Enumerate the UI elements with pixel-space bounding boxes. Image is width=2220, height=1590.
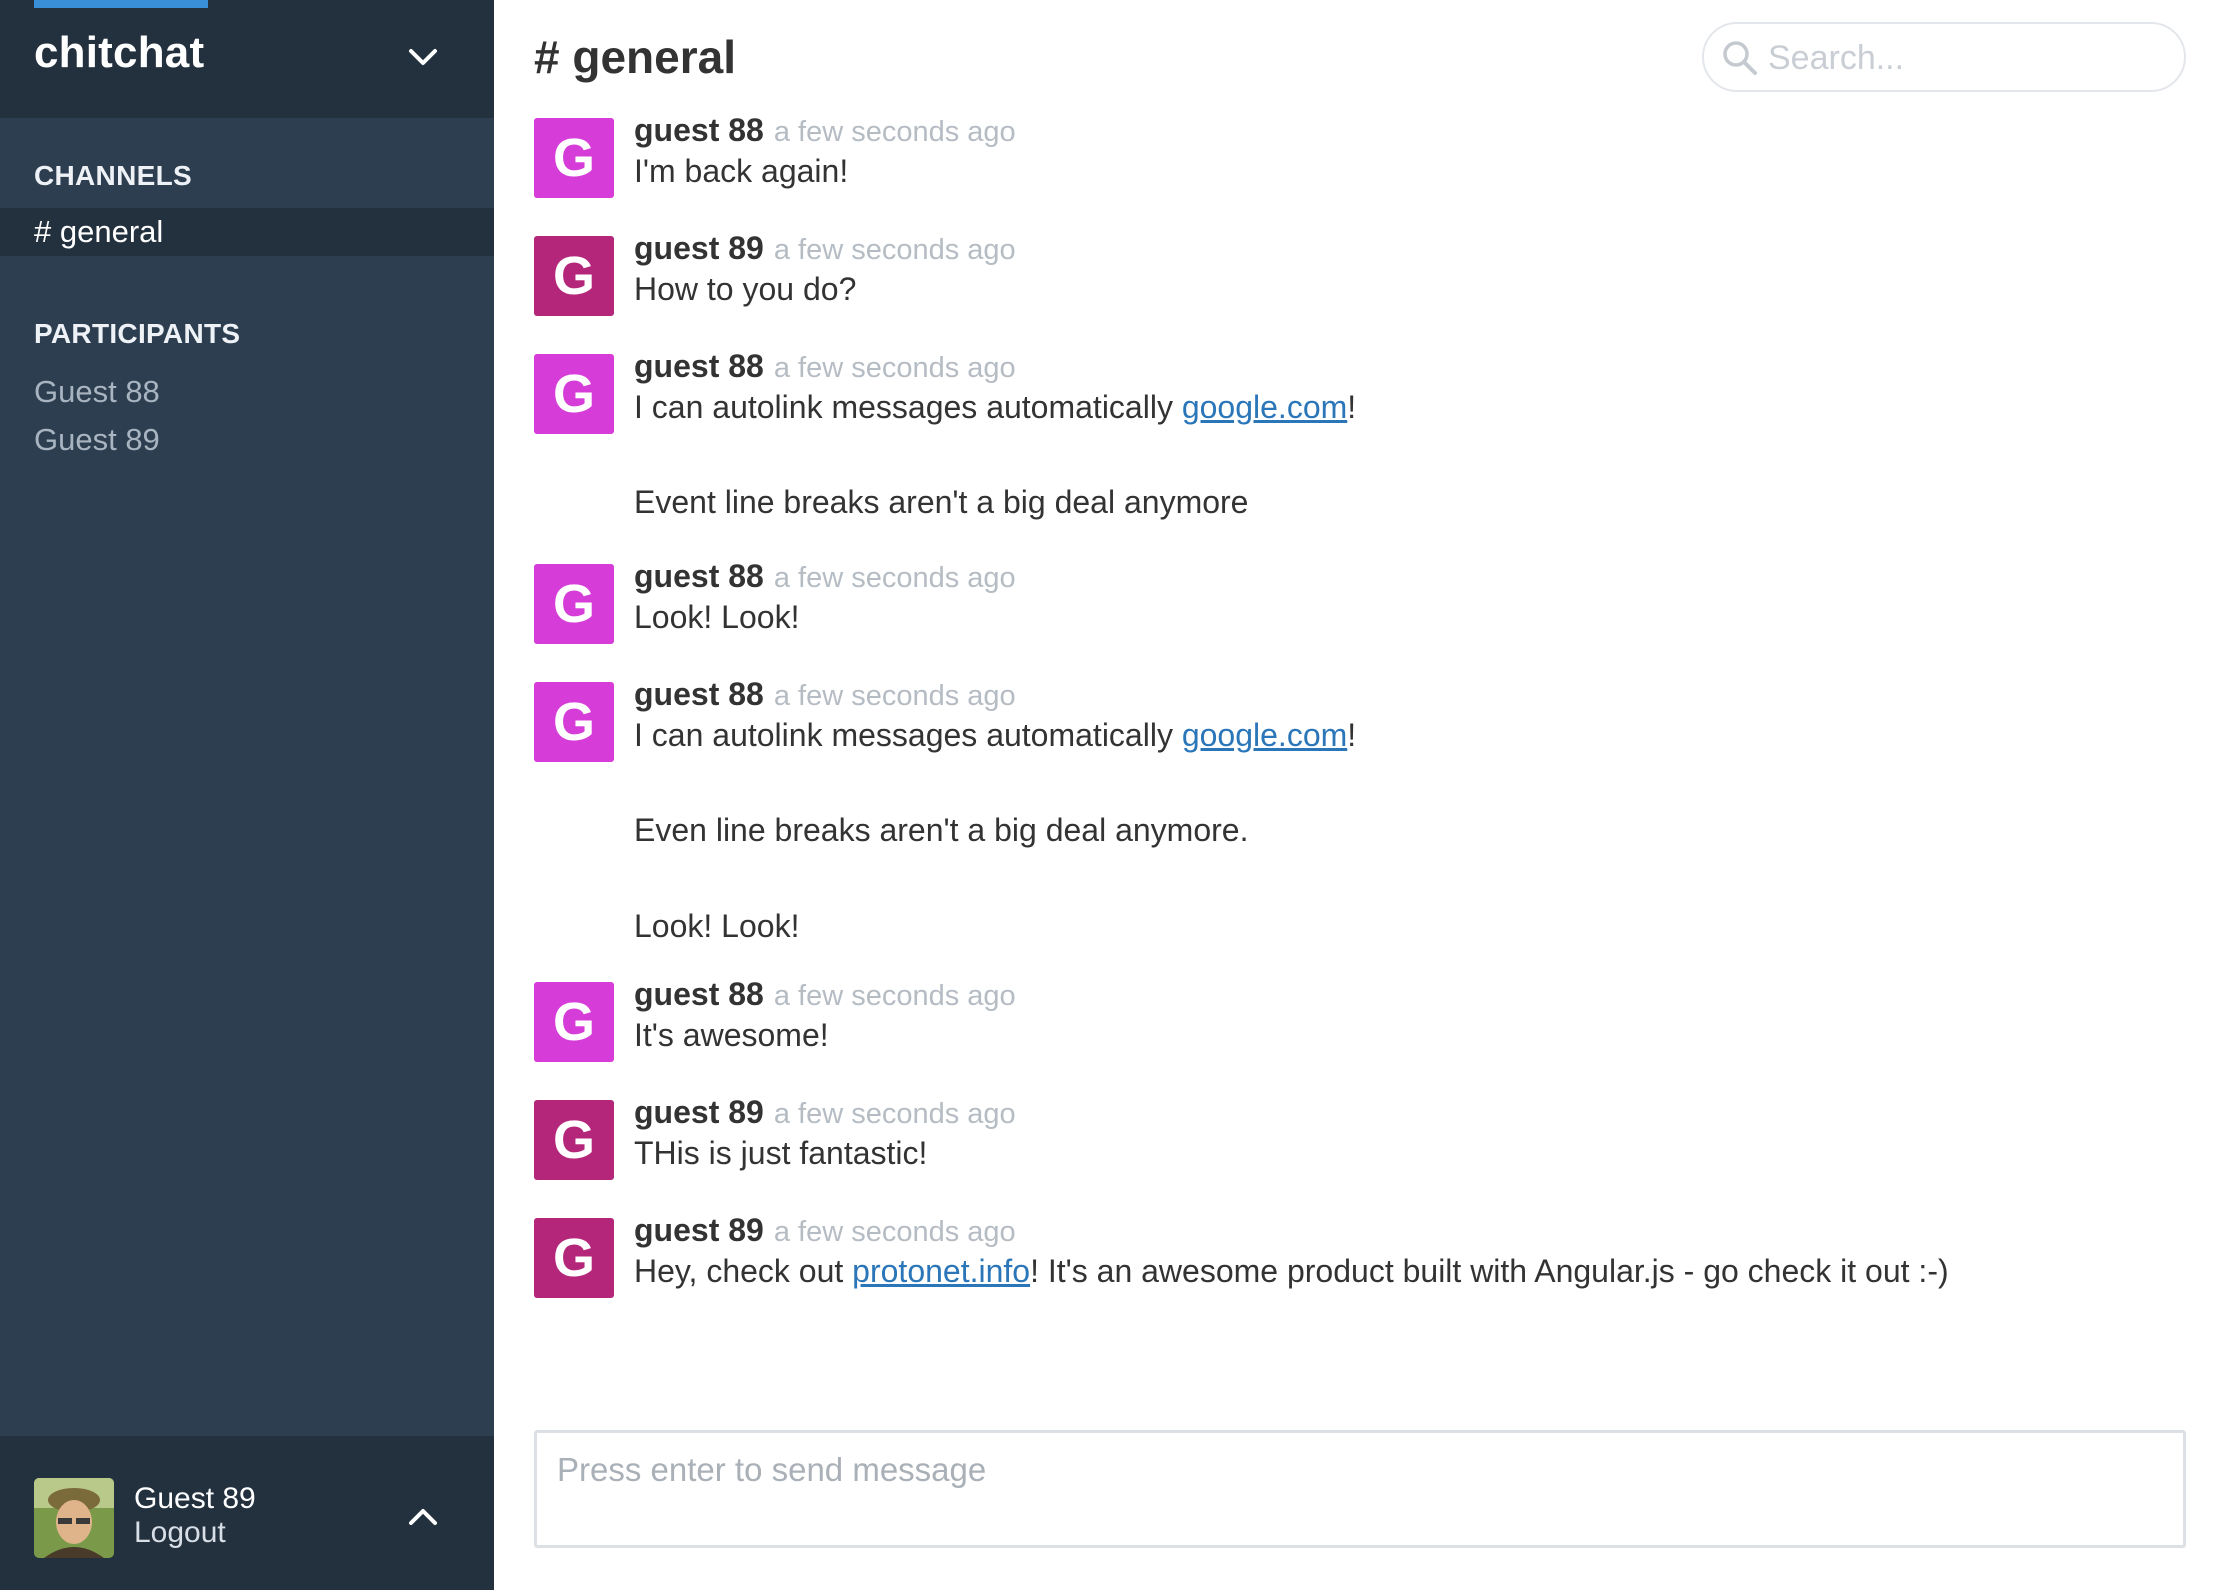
message-meta: guest 89 a few seconds ago	[634, 230, 1016, 267]
message-link[interactable]: google.com	[1182, 389, 1347, 425]
message-timestamp: a few seconds ago	[773, 352, 1016, 384]
message-text: !	[1347, 389, 1357, 425]
chat-main: # general Gguest 88a few seconds agoI'm …	[494, 0, 2220, 1590]
message-text: I can autolink messages automatically	[634, 717, 1182, 753]
message-body: Hey, check out protonet.info! It's an aw…	[634, 1252, 2174, 1290]
message-body: How to you do?	[634, 270, 2174, 308]
message-avatar[interactable]: G	[534, 354, 614, 434]
message-link[interactable]: google.com	[1182, 717, 1347, 753]
message-author[interactable]: guest 88	[634, 976, 764, 1012]
message-avatar[interactable]: G	[534, 1218, 614, 1298]
message-avatar[interactable]: G	[534, 682, 614, 762]
participant-guest-89[interactable]: Guest 89	[34, 422, 160, 458]
message-timestamp: a few seconds ago	[773, 234, 1016, 266]
message-link[interactable]: protonet.info	[852, 1253, 1030, 1289]
chevron-up-icon[interactable]	[405, 1502, 441, 1532]
message-line: I can autolink messages automatically go…	[634, 388, 2174, 426]
message-avatar[interactable]: G	[534, 564, 614, 644]
message-body: THis is just fantastic!	[634, 1134, 2174, 1172]
message-meta: guest 88 a few seconds ago	[634, 676, 1016, 713]
message-text: Even line breaks aren't a big deal anymo…	[634, 812, 1249, 849]
message-text: Look! Look!	[634, 907, 800, 944]
message-text: I can autolink messages automatically	[634, 389, 1182, 425]
message-timestamp: a few seconds ago	[773, 116, 1016, 148]
message-text: I'm back again!	[634, 153, 849, 189]
message-line: I can autolink messages automatically go…	[634, 716, 2174, 754]
message-author[interactable]: guest 89	[634, 1212, 764, 1248]
logout-link[interactable]: Logout	[134, 1516, 226, 1550]
brand-header: chitchat	[0, 0, 494, 118]
message-text: Event line breaks aren't a big deal anym…	[634, 484, 1249, 521]
message-meta: guest 88 a few seconds ago	[634, 348, 1016, 385]
message-list: Gguest 88 a few seconds ago I'm back again…	[494, 0, 2220, 1420]
message-author[interactable]: guest 88	[634, 558, 764, 594]
message-text: How to you do?	[634, 271, 857, 307]
message-line: How to you do?	[634, 270, 2174, 308]
message-avatar[interactable]: G	[534, 118, 614, 198]
message-meta: guest 89 a few seconds ago	[634, 1212, 1016, 1249]
message-author[interactable]: guest 88	[634, 112, 764, 148]
channels-heading: CHANNELS	[34, 160, 192, 191]
message-timestamp: a few seconds ago	[773, 1098, 1016, 1130]
message-timestamp: a few seconds ago	[773, 562, 1016, 594]
message-text: ! It's an awesome product built with Ang…	[1030, 1253, 1949, 1289]
current-user-bar: Guest 89 Logout	[0, 1436, 494, 1590]
message-meta: guest 88 a few seconds ago	[634, 976, 1016, 1013]
sidebar-item-general[interactable]: # general	[0, 208, 494, 256]
message-meta: guest 88 a few seconds ago	[634, 112, 1016, 149]
message-timestamp: a few seconds ago	[773, 1216, 1016, 1248]
message-meta: guest 88 a few seconds ago	[634, 558, 1016, 595]
message-line: Hey, check out protonet.info! It's an aw…	[634, 1252, 2174, 1290]
message-composer[interactable]	[534, 1430, 2186, 1548]
message-body: It's awesome!	[634, 1016, 2174, 1054]
message-text: THis is just fantastic!	[634, 1135, 928, 1171]
brand-accent-bar	[34, 0, 208, 8]
message-text: It's awesome!	[634, 1017, 829, 1053]
chat-app: chitchat CHANNELS # general PARTICIPANTS…	[0, 0, 2220, 1590]
current-user-name: Guest 89	[134, 1482, 256, 1515]
message-body: I'm back again!	[634, 152, 2174, 190]
message-line: Look! Look!	[634, 907, 2174, 945]
message-author[interactable]: guest 89	[634, 230, 764, 266]
message-line: Even line breaks aren't a big deal anymo…	[634, 811, 2174, 849]
message-avatar[interactable]: G	[534, 982, 614, 1062]
message-author[interactable]: guest 88	[634, 348, 764, 384]
message-author[interactable]: guest 89	[634, 1094, 764, 1130]
user-avatar[interactable]	[34, 1478, 114, 1558]
sidebar-item-label: # general	[34, 214, 164, 249]
message-text: Hey, check out	[634, 1253, 853, 1289]
message-body: Look! Look!	[634, 598, 2174, 636]
message-text: Look! Look!	[634, 599, 800, 635]
user-photo-icon	[34, 1478, 114, 1558]
chevron-down-icon[interactable]	[405, 42, 441, 72]
message-line: THis is just fantastic!	[634, 1134, 2174, 1172]
message-timestamp: a few seconds ago	[773, 980, 1016, 1012]
message-input[interactable]	[557, 1451, 2157, 1531]
message-text: !	[1347, 717, 1357, 753]
sidebar: chitchat CHANNELS # general PARTICIPANTS…	[0, 0, 494, 1590]
participants-heading: PARTICIPANTS	[34, 318, 241, 349]
message-body: I can autolink messages automatically go…	[634, 388, 2174, 522]
participant-guest-88[interactable]: Guest 88	[34, 374, 160, 410]
message-line: I'm back again!	[634, 152, 2174, 190]
message-avatar[interactable]: G	[534, 1100, 614, 1180]
message-author[interactable]: guest 88	[634, 676, 764, 712]
message-line: Look! Look!	[634, 598, 2174, 636]
message-body: I can autolink messages automatically go…	[634, 716, 2174, 945]
message-meta: guest 89 a few seconds ago	[634, 1094, 1016, 1131]
app-title: chitchat	[34, 28, 205, 77]
message-line: It's awesome!	[634, 1016, 2174, 1054]
message-avatar[interactable]: G	[534, 236, 614, 316]
message-timestamp: a few seconds ago	[773, 680, 1016, 712]
message-line: Event line breaks aren't a big deal anym…	[634, 483, 2174, 521]
